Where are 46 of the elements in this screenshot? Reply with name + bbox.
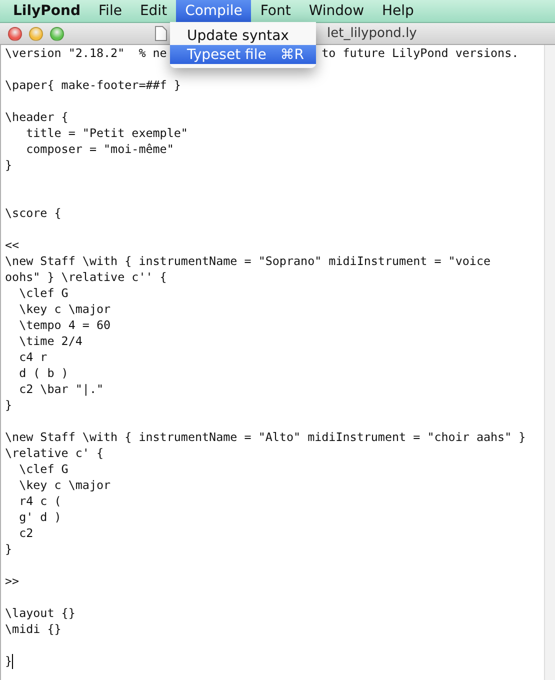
code-line: \midi {} xyxy=(5,622,62,636)
code-line: << xyxy=(5,238,20,252)
code-line: \clef G xyxy=(18,286,68,300)
code-line: \new Staff \with { instrumentName = "Soprano" midiInstrument = "voice xyxy=(5,254,491,268)
menu-item[interactable]: Help xyxy=(373,0,423,22)
code-line: } xyxy=(5,542,12,556)
code-line: \new Staff \with { instrumentName = "Alto" midiInstrument = "choir aahs" } xyxy=(5,430,526,444)
code-line: c2 \bar "|." xyxy=(18,382,104,396)
close-button[interactable] xyxy=(8,26,22,40)
menu-item[interactable]: Font xyxy=(251,0,300,22)
code-line: c2 xyxy=(18,526,34,540)
code-line: \key c \major xyxy=(18,478,111,492)
zoom-button[interactable] xyxy=(50,26,64,40)
code-line: \header { xyxy=(5,110,68,124)
code-line: r4 c ( xyxy=(18,494,62,508)
code-line: g' d ) xyxy=(18,510,62,524)
code-line: \layout {} xyxy=(5,606,76,620)
menu-item[interactable]: Update syntax xyxy=(170,26,316,45)
code-line: \paper{ make-footer=##f } xyxy=(5,78,181,92)
code-line: d ( b ) xyxy=(18,366,68,380)
code-line: \time 2/4 xyxy=(18,334,82,348)
code-line: } xyxy=(5,158,12,172)
menu-item[interactable]: Window xyxy=(300,0,374,22)
code-line: composer = "moi-même" xyxy=(25,142,174,156)
code-line: >> xyxy=(5,574,20,588)
code-line: to future LilyPond versions. xyxy=(322,46,519,60)
code-line: \tempo 4 = 60 xyxy=(18,318,111,332)
code-line: \score { xyxy=(5,206,62,220)
code-line: \key c \major xyxy=(18,302,111,316)
menu-item[interactable]: LilyPond xyxy=(4,0,90,22)
code-line: } xyxy=(5,398,12,412)
menu-item[interactable]: Typeset file ⌘R xyxy=(170,45,316,64)
code-line: oohs" } \relative c'' { xyxy=(5,270,167,284)
document-icon xyxy=(155,26,167,41)
window-title: let_lilypond.ly xyxy=(327,26,417,41)
code-line: c4 r xyxy=(18,350,48,364)
text-cursor xyxy=(12,654,14,670)
menu-item[interactable]: Edit xyxy=(130,0,176,22)
code-line: \clef G xyxy=(18,462,68,476)
code-line: \version "2.18.2" % ne xyxy=(5,46,167,60)
code-line: } xyxy=(5,654,12,668)
menu-item[interactable]: File xyxy=(90,0,131,22)
code-line: \relative c' { xyxy=(5,446,104,460)
menu-item[interactable]: Compile xyxy=(176,0,252,22)
code-line: title = "Petit exemple" xyxy=(25,126,188,140)
minimize-button[interactable] xyxy=(29,26,43,40)
